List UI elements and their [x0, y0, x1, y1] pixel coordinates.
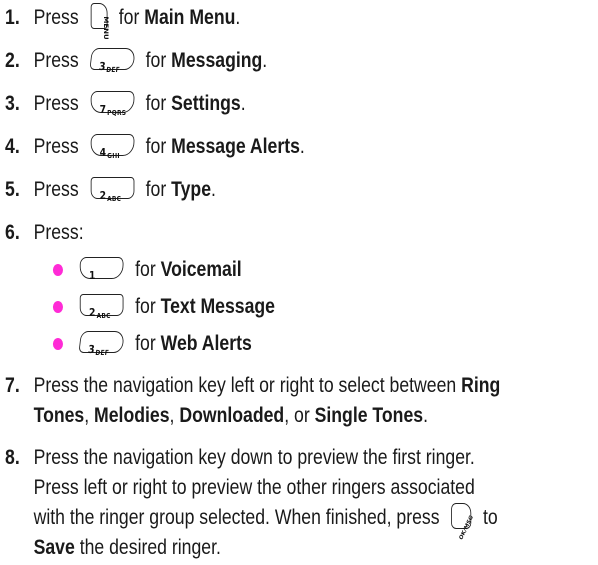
step-body: Press the navigation key left or right t…	[34, 371, 501, 401]
bullet-dot	[52, 338, 63, 350]
key-letters: DEF	[105, 66, 120, 75]
menu-target: Settings	[171, 92, 241, 115]
key-digit: 4	[99, 146, 106, 160]
bullet-text: for	[135, 332, 156, 355]
step-text: for	[145, 178, 167, 201]
key-4-icon: 4 GHI	[90, 134, 135, 160]
menu-target: Message Alerts	[171, 135, 300, 158]
punctuation: .	[262, 49, 268, 72]
step-text: for	[145, 135, 167, 158]
step-body: with the ringer group selected. When fin…	[33, 503, 498, 542]
punctuation: .	[299, 135, 305, 158]
step-text: Press the navigation key down to preview…	[33, 446, 475, 469]
punctuation: .	[240, 92, 246, 115]
key-7-icon: 7 PQRS	[90, 91, 135, 117]
step-text: Press	[33, 49, 79, 72]
step-body: Press 4 GHI for Message Alerts.	[34, 132, 305, 162]
key-digit: 7	[99, 103, 106, 117]
punctuation: .	[423, 404, 428, 427]
key-letters: ABC	[96, 312, 111, 321]
option-downloaded: Downloaded	[179, 404, 285, 427]
step-text: the desired ringer.	[74, 536, 221, 559]
step-number: 4.	[5, 135, 20, 158]
save-term: Save	[33, 536, 75, 559]
key-2-icon: 2 ABC	[79, 294, 124, 320]
punctuation: .	[235, 6, 241, 29]
menu-target: Main Menu	[144, 6, 236, 29]
step-text: Press:	[33, 221, 84, 244]
bullet-body: 3 DEF for Web Alerts	[78, 329, 252, 359]
option-tones: Tones	[33, 404, 85, 427]
instruction-page: 1. Press MENU for Main Menu. 2. Press 3D…	[0, 0, 598, 565]
separator: ,	[84, 404, 95, 427]
bullet-dot	[52, 301, 63, 313]
step-text: Press left or right to preview the other…	[33, 476, 475, 499]
key-letters: GHI	[107, 152, 120, 161]
key-2-icon: 2 ABC	[90, 177, 135, 203]
separator: , or	[284, 404, 315, 427]
key-label: MENU	[101, 16, 109, 41]
step-text: for	[118, 6, 140, 29]
step-number: 1.	[5, 6, 20, 29]
option-melodies: Melodies	[94, 404, 170, 427]
step-body: Press MENU for Main Menu.	[33, 3, 241, 40]
menu-target: Type	[171, 178, 212, 201]
bullet-target: Voicemail	[160, 258, 242, 281]
step-number: 3.	[5, 92, 20, 115]
bullet-dot	[52, 264, 63, 276]
step-number: 7.	[5, 374, 20, 397]
key-letters: ABC	[107, 195, 122, 204]
menu-target: Messaging	[171, 49, 263, 72]
bullet-text: for	[135, 258, 156, 281]
key-3-icon: 3 DEF	[78, 331, 125, 357]
key-digit: 1	[89, 269, 96, 283]
step-body: Press 2 ABC for Type.	[34, 175, 216, 205]
menu-key-icon: MENU	[90, 3, 109, 40]
step-text: for	[145, 49, 167, 72]
key-digit: 2	[99, 189, 106, 203]
step-body: Tones, Melodies, Downloaded, or Single T…	[34, 401, 428, 431]
option-ring: Ring	[461, 374, 501, 397]
step-text: Press	[33, 135, 79, 158]
step-number: 8.	[5, 446, 20, 469]
step-text: for	[145, 92, 167, 115]
bullet-body: 2 ABC for Text Message	[79, 292, 275, 322]
step-number: 5.	[5, 178, 20, 201]
separator: ,	[169, 404, 180, 427]
step-text: Press	[33, 92, 79, 115]
step-text: with the ringer group selected. When fin…	[33, 506, 440, 529]
step-number: 2.	[5, 49, 20, 72]
bullet-body: 1 for Voicemail	[79, 255, 242, 285]
bullet-target: Web Alerts	[160, 332, 252, 355]
step-body: Press 3 DEF for Messaging.	[33, 46, 268, 76]
option-single-tones: Single Tones	[314, 404, 424, 427]
bullet-target: Text Message	[160, 295, 275, 318]
step-body: Save the desired ringer.	[34, 533, 221, 563]
step-text: Press	[33, 178, 79, 201]
key-1-icon: 1	[79, 257, 124, 282]
key-3-icon: 3 DEF	[89, 48, 136, 74]
key-letters: PQRS	[107, 109, 127, 118]
step-number: 6.	[5, 221, 20, 244]
punctuation: .	[211, 178, 216, 201]
key-letters: DEF	[94, 349, 110, 358]
bullet-text: for	[135, 295, 156, 318]
ok-key-icon: OK/MSG	[451, 503, 475, 542]
step-text: Press	[33, 6, 79, 29]
step-body: Press 7 PQRS for Settings.	[34, 89, 246, 119]
key-digit: 2	[89, 306, 96, 320]
step-text: Press the navigation key left or right t…	[33, 374, 462, 397]
step-text: to	[482, 506, 498, 529]
key-label: OK/MSG	[458, 514, 475, 542]
